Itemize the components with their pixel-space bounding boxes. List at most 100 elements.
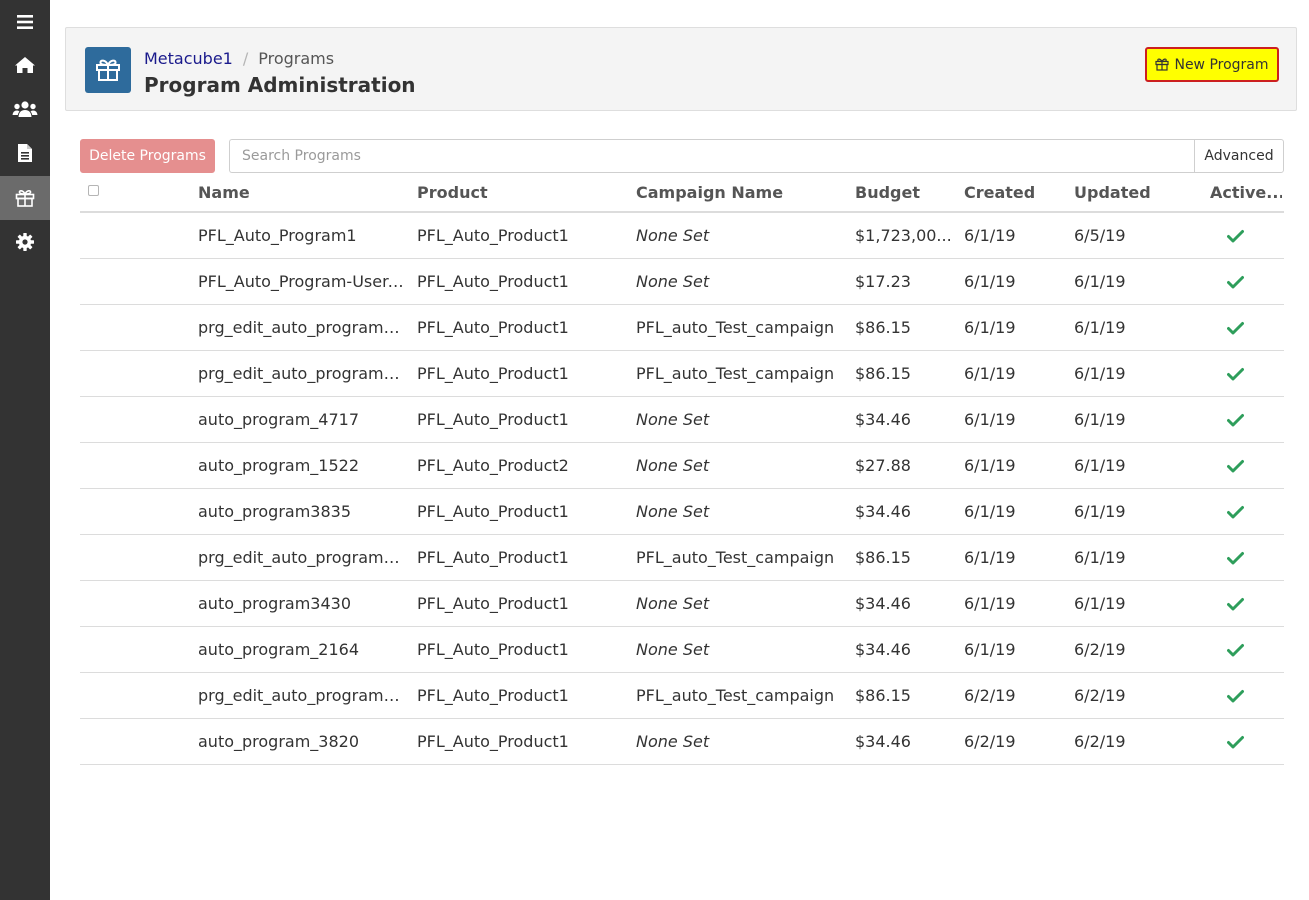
updated-date-cell: 6/1/19	[1074, 351, 1174, 396]
program-name-cell-text: auto_program3430	[198, 594, 352, 613]
table-row[interactable]: auto_program3430 PFL_Auto_Product1 None Se…	[80, 581, 1284, 627]
product-cell: PFL_Auto_Product1	[417, 213, 627, 258]
program-name-cell: auto_program3430	[198, 581, 408, 626]
column-header-product[interactable]: Product	[417, 174, 627, 211]
program-name-cell-text: prg_edit_auto_program858	[198, 686, 408, 705]
program-name-cell: prg_edit_auto_program631	[198, 351, 408, 396]
budget-cell: $34.46	[855, 719, 955, 764]
campaign-name-cell-text: PFL_auto_Test_campaign	[636, 318, 835, 337]
checkmark-icon	[1226, 735, 1244, 748]
product-cell-text: PFL_Auto_Product1	[417, 318, 569, 337]
budget-cell: $86.15	[855, 351, 955, 396]
column-header-active[interactable]: Active...	[1210, 174, 1282, 211]
table-row[interactable]: PFL_Auto_Program-User-... PFL_Auto_Produc…	[80, 259, 1284, 305]
created-date-cell: 6/1/19	[964, 259, 1064, 304]
table-row[interactable]: prg_edit_auto_program631 PFL_Auto_Product…	[80, 351, 1284, 397]
updated-date-cell: 6/1/19	[1074, 581, 1174, 626]
advanced-search-button[interactable]: Advanced	[1194, 139, 1284, 173]
budget-cell-text: $1,723,00...	[855, 226, 952, 245]
checkmark-icon	[1226, 413, 1244, 426]
program-name-cell: PFL_Auto_Program-User-...	[198, 259, 408, 304]
updated-date-cell-text: 6/1/19	[1074, 364, 1126, 383]
updated-date-cell-text: 6/2/19	[1074, 686, 1126, 705]
sidebar-item-programs[interactable]	[0, 176, 50, 220]
sidebar-item-documents[interactable]	[0, 131, 50, 175]
column-header-name[interactable]: Name	[198, 174, 408, 211]
product-cell: PFL_Auto_Product1	[417, 535, 627, 580]
column-header-updated[interactable]: Updated	[1074, 174, 1174, 211]
budget-cell: $17.23	[855, 259, 955, 304]
product-cell: PFL_Auto_Product2	[417, 443, 627, 488]
updated-date-cell-text: 6/2/19	[1074, 640, 1126, 659]
checkmark-icon	[1226, 321, 1244, 334]
created-date-cell-text: 6/1/19	[964, 548, 1016, 567]
table-row[interactable]: auto_program_4717 PFL_Auto_Product1 None S…	[80, 397, 1284, 443]
active-status-cell	[1220, 397, 1250, 442]
checkmark-icon	[1226, 459, 1244, 472]
new-program-button[interactable]: New Program	[1145, 47, 1279, 82]
checkmark-icon	[1226, 597, 1244, 610]
search-programs-input[interactable]	[229, 139, 1195, 173]
campaign-name-cell-text: None Set	[636, 272, 710, 291]
sidebar	[0, 0, 50, 900]
program-name-cell: prg_edit_auto_program116	[198, 305, 408, 350]
breadcrumb-link-metacube1[interactable]: Metacube1	[144, 49, 233, 68]
created-date-cell-text: 6/1/19	[964, 456, 1016, 475]
campaign-name-cell-text: None Set	[636, 594, 710, 613]
table-row[interactable]: auto_program_1522 PFL_Auto_Product2 None S…	[80, 443, 1284, 489]
updated-date-cell: 6/5/19	[1074, 213, 1174, 258]
product-cell: PFL_Auto_Product1	[417, 489, 627, 534]
budget-cell: $86.15	[855, 305, 955, 350]
sidebar-item-home[interactable]	[0, 43, 50, 87]
menu-toggle-button[interactable]	[0, 0, 50, 44]
updated-date-cell-text: 6/1/19	[1074, 318, 1126, 337]
checkmark-icon	[1226, 505, 1244, 518]
program-name-cell-text: auto_program_4717	[198, 410, 360, 429]
budget-cell-text: $86.15	[855, 318, 911, 337]
column-header-campaign-name[interactable]: Campaign Name	[636, 174, 846, 211]
program-name-cell: PFL_Auto_Program1	[198, 213, 408, 258]
delete-programs-button[interactable]: Delete Programs	[80, 139, 215, 173]
checkmark-icon	[1226, 367, 1244, 380]
updated-date-cell: 6/2/19	[1074, 719, 1174, 764]
table-row[interactable]: PFL_Auto_Program1 PFL_Auto_Product1 None S…	[80, 213, 1284, 259]
updated-date-cell-text: 6/2/19	[1074, 732, 1126, 751]
product-cell: PFL_Auto_Product1	[417, 627, 627, 672]
campaign-name-cell: None Set	[636, 489, 846, 534]
updated-date-cell-text: 6/1/19	[1074, 594, 1126, 613]
header-icon-badge	[85, 47, 131, 93]
budget-cell-text: $34.46	[855, 594, 911, 613]
campaign-name-cell: PFL_auto_Test_campaign	[636, 673, 846, 718]
table-body: PFL_Auto_Program1 PFL_Auto_Product1 None S…	[80, 213, 1284, 765]
program-name-cell: auto_program3835	[198, 489, 408, 534]
product-cell: PFL_Auto_Product1	[417, 351, 627, 396]
program-name-cell-text: auto_program_3820	[198, 732, 360, 751]
created-date-cell: 6/1/19	[964, 305, 1064, 350]
program-name-cell-text: prg_edit_auto_program116	[198, 318, 408, 337]
created-date-cell-text: 6/2/19	[964, 732, 1016, 751]
table-row[interactable]: auto_program_2164 PFL_Auto_Product1 None S…	[80, 627, 1284, 673]
home-icon	[15, 57, 35, 73]
sidebar-item-users[interactable]	[0, 87, 50, 131]
created-date-cell-text: 6/1/19	[964, 318, 1016, 337]
active-status-cell	[1220, 305, 1250, 350]
product-cell-text: PFL_Auto_Product1	[417, 594, 569, 613]
product-cell: PFL_Auto_Product1	[417, 673, 627, 718]
select-all-checkbox[interactable]	[88, 185, 99, 196]
table-row[interactable]: auto_program_3820 PFL_Auto_Product1 None S…	[80, 719, 1284, 765]
gear-icon	[16, 233, 34, 251]
campaign-name-cell-text: None Set	[636, 410, 710, 429]
column-header-created[interactable]: Created	[964, 174, 1064, 211]
updated-date-cell-text: 6/1/19	[1074, 272, 1126, 291]
sidebar-item-settings[interactable]	[0, 220, 50, 264]
table-row[interactable]: prg_edit_auto_program858 PFL_Auto_Product…	[80, 673, 1284, 719]
table-row[interactable]: auto_program3835 PFL_Auto_Product1 None Se…	[80, 489, 1284, 535]
created-date-cell: 6/1/19	[964, 627, 1064, 672]
program-name-cell-text: prg_edit_auto_program2...	[198, 548, 408, 567]
product-cell-text: PFL_Auto_Product1	[417, 548, 569, 567]
created-date-cell: 6/1/19	[964, 213, 1064, 258]
column-header-budget[interactable]: Budget	[855, 174, 955, 211]
table-row[interactable]: prg_edit_auto_program116 PFL_Auto_Product…	[80, 305, 1284, 351]
created-date-cell: 6/1/19	[964, 581, 1064, 626]
table-row[interactable]: prg_edit_auto_program2... PFL_Auto_Produc…	[80, 535, 1284, 581]
